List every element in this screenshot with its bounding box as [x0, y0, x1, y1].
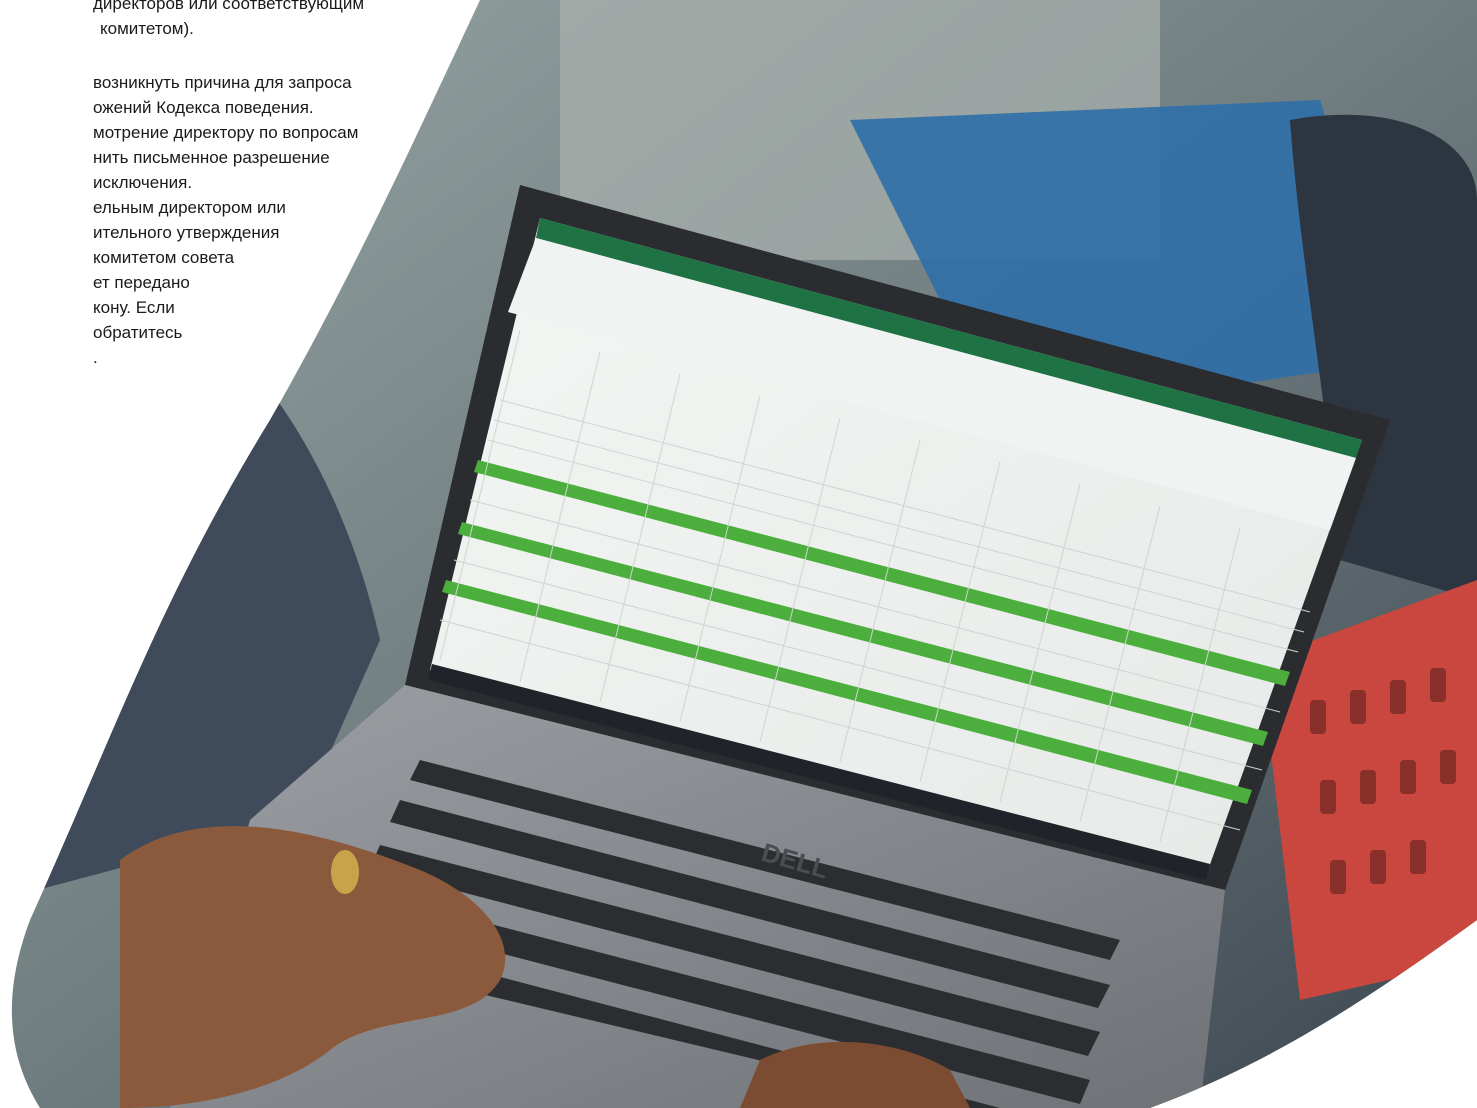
text-line: . — [93, 348, 98, 367]
text-line: ет передано — [93, 273, 190, 292]
text-line: ельным директором или — [93, 198, 286, 217]
text-line: ительного утверждения — [93, 223, 280, 242]
text-line: исключения. — [93, 173, 193, 192]
text-line: ожений Кодекса поведения. — [93, 98, 314, 117]
text-line: нить письменное разрешение — [93, 148, 330, 167]
text-line: комитетом совета — [93, 248, 235, 267]
text-line: возникнуть причина для запроса — [93, 73, 352, 92]
text-line: директоров или соответствующим — [93, 0, 365, 13]
wedding-ring — [331, 850, 359, 894]
text-line: обратитесь — [93, 323, 183, 342]
text-line: комитетом). — [100, 19, 194, 38]
text-line: мотрение директору по вопросам — [93, 123, 359, 142]
text-line: кону. Если — [93, 298, 175, 317]
